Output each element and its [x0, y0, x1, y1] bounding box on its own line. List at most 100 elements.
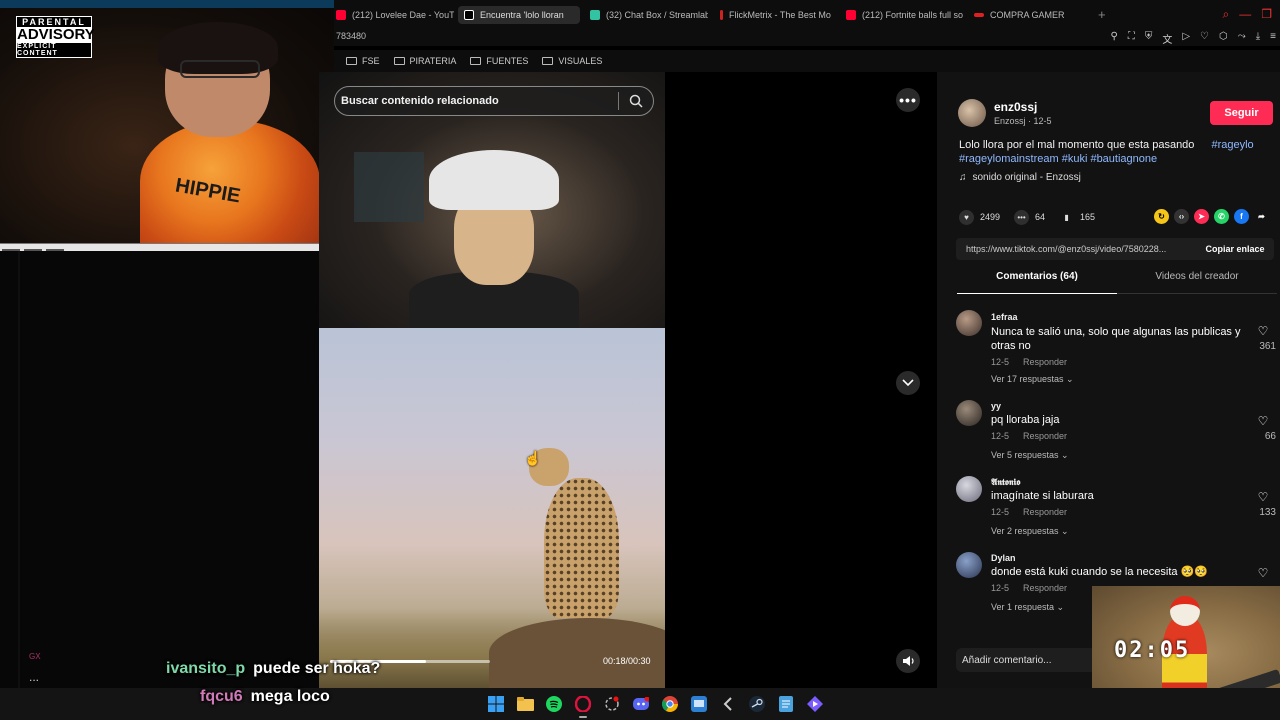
wave-icon[interactable]	[718, 694, 738, 714]
follow-button[interactable]: Seguir	[1210, 101, 1273, 125]
video-more-options-button[interactable]: •••	[896, 88, 920, 112]
comment-like-heart-icon[interactable]: ♡	[1256, 566, 1270, 580]
steam-icon[interactable]	[747, 694, 767, 714]
comment-button[interactable]: ••• 64	[1014, 209, 1045, 225]
tab-creator-videos[interactable]: Videos del creador	[1117, 271, 1277, 294]
spotify-icon[interactable]	[544, 694, 564, 714]
description-text: Lolo llora por el mal momento que esta p…	[959, 139, 1195, 151]
address-bar-actions: ⚲ ⛶ ⛨ 文 ▷ ♡ ⬡ ⤳ ⤓ ≡	[1111, 31, 1277, 46]
video-mound	[489, 618, 665, 688]
view-replies-button[interactable]: Ver 5 respuestas ⌄	[991, 450, 1069, 461]
reply-button[interactable]: Responder	[1023, 431, 1067, 441]
reply-button[interactable]: Responder	[1023, 507, 1067, 517]
tab-comments[interactable]: Comentarios (64)	[957, 271, 1117, 294]
add-comment-input[interactable]	[956, 648, 1096, 672]
view-replies-button[interactable]: Ver 17 respuestas ⌄	[991, 374, 1074, 385]
comment-avatar[interactable]	[956, 552, 982, 578]
comment-avatar[interactable]	[956, 310, 982, 336]
comment-username[interactable]: Dylan	[991, 553, 1016, 563]
maximize-icon[interactable]: ❐	[1261, 7, 1272, 22]
comment-username[interactable]: yy	[991, 401, 1001, 411]
bookmark-folder-visuales[interactable]: VISUALES	[542, 56, 602, 66]
related-search-input[interactable]	[335, 95, 618, 107]
webcam-title-bar	[0, 0, 334, 8]
address-bar[interactable]: 783480 ⚲ ⛶ ⛨ 文 ▷ ♡ ⬡ ⤳ ⤓ ≡	[334, 30, 1280, 46]
address-text[interactable]: 783480	[336, 31, 366, 41]
whatsapp-icon[interactable]: ✆	[1214, 209, 1229, 224]
minimize-icon[interactable]: —	[1239, 7, 1251, 22]
hashtag-links[interactable]: #rageylomainstream #kuki #bautiagnone	[959, 153, 1157, 165]
author-avatar[interactable]	[958, 99, 986, 127]
view-replies-button[interactable]: Ver 1 respuesta ⌄	[991, 602, 1064, 613]
tiktok-icon	[464, 10, 474, 20]
pin-icon[interactable]: ⚲	[1111, 31, 1118, 46]
comment-like-heart-icon[interactable]: ♡	[1256, 414, 1270, 428]
comment-like-heart-icon[interactable]: ♡	[1256, 324, 1270, 338]
embed-icon[interactable]: ‹›	[1174, 209, 1189, 224]
video-cheetah-frame	[319, 328, 665, 688]
tab-label: Encuentra 'lolo lloran	[480, 10, 564, 20]
copy-link-button[interactable]: Copiar enlace	[1196, 244, 1274, 254]
play-icon[interactable]: ▷	[1182, 31, 1190, 46]
save-count: 165	[1080, 212, 1096, 222]
streamlabs-icon	[590, 10, 600, 20]
browser-tab-compragamer[interactable]: COMPRA GAMER	[974, 6, 1084, 24]
opera-gx-icon[interactable]	[573, 694, 593, 718]
notepad-icon[interactable]	[776, 694, 796, 714]
browser-tab-tiktok[interactable]: Encuentra 'lolo lloran	[458, 6, 580, 24]
bookmark-folder-fuentes[interactable]: FUENTES	[470, 56, 528, 66]
bookmark-folder-fse[interactable]: FSE	[346, 56, 380, 66]
extensions-icon[interactable]: ⬡	[1219, 31, 1228, 46]
compragamer-icon	[974, 13, 984, 17]
video-player[interactable]	[319, 72, 665, 688]
author-name[interactable]: enz0ssj	[994, 100, 1037, 114]
sound-link[interactable]: ♫ sonido original - Enzossj	[959, 172, 1081, 183]
repost-icon[interactable]: ↻	[1154, 209, 1169, 224]
new-tab-button[interactable]: +	[1098, 7, 1106, 22]
chrome-icon[interactable]	[660, 694, 680, 714]
reply-button[interactable]: Responder	[1023, 357, 1067, 367]
mouse-cursor-icon: ☝	[524, 450, 542, 466]
menu-icon[interactable]: ≡	[1270, 31, 1276, 46]
reply-button[interactable]: Responder	[1023, 583, 1067, 593]
comment-username[interactable]: 𝕬𝖓𝖙𝖔𝖓𝖎𝖔	[991, 477, 1020, 488]
launcher-icon[interactable]	[805, 694, 825, 714]
volume-button[interactable]	[896, 649, 920, 673]
screenshot-icon[interactable]: ⛶	[1128, 31, 1135, 46]
share-arrow-icon[interactable]: ➦	[1254, 209, 1269, 224]
browser-tab-streamlabs[interactable]: (32) Chat Box / Streamlab	[590, 6, 708, 24]
browser-tab-flickmetrix[interactable]: FlickMetrix - The Best Mo	[720, 6, 834, 24]
hashtag-link[interactable]: #rageylo	[1211, 139, 1253, 151]
save-button[interactable]: ▮ 165	[1059, 210, 1095, 225]
share-link-url[interactable]: https://www.tiktok.com/@enz0ssj/video/75…	[956, 244, 1196, 254]
windows-icon[interactable]	[486, 694, 506, 714]
translate-icon[interactable]: 文	[1162, 31, 1172, 46]
facebook-icon[interactable]: f	[1234, 209, 1249, 224]
browser-tab-youtube-lovelee[interactable]: (212) Lovelee Dae - YouTu	[336, 6, 454, 24]
shield-icon[interactable]: ⛨	[1145, 31, 1153, 46]
next-video-button[interactable]	[896, 371, 920, 395]
search-tabs-icon[interactable]: ⌕	[1223, 7, 1230, 22]
bookmark-folder-pirateria[interactable]: PIRATERIA	[393, 56, 456, 66]
remote-desktop-icon[interactable]	[689, 694, 709, 714]
comment-like-count: 133	[1259, 507, 1276, 518]
view-replies-button[interactable]: Ver 2 respuestas ⌄	[991, 526, 1069, 537]
search-button[interactable]	[619, 87, 653, 115]
flow-icon[interactable]: ⤳	[1238, 31, 1246, 46]
browser-tab-youtube-fortnite[interactable]: (212) Fortnite balls full so	[846, 6, 966, 24]
discord-icon[interactable]	[631, 694, 651, 714]
download-icon[interactable]: ⤓	[1256, 31, 1260, 46]
related-search-bar	[334, 86, 654, 116]
comment-like-heart-icon[interactable]: ♡	[1256, 490, 1270, 504]
chat-username: ivansito_p	[166, 660, 246, 677]
steam-settings-icon[interactable]	[602, 694, 622, 714]
comment-username[interactable]: 1efraa	[991, 312, 1018, 322]
like-button[interactable]: ♥ 2499	[959, 209, 1000, 225]
file-explorer-icon[interactable]	[515, 694, 535, 714]
comment-avatar[interactable]	[956, 400, 982, 426]
more-dots[interactable]: ...	[29, 670, 39, 684]
streamer-webcam: HIPPIE PARENTAL ADVISORY EXPLICIT CONTEN…	[0, 0, 334, 243]
heart-icon[interactable]: ♡	[1200, 31, 1209, 46]
comment-avatar[interactable]	[956, 476, 982, 502]
send-icon[interactable]: ➤	[1194, 209, 1209, 224]
